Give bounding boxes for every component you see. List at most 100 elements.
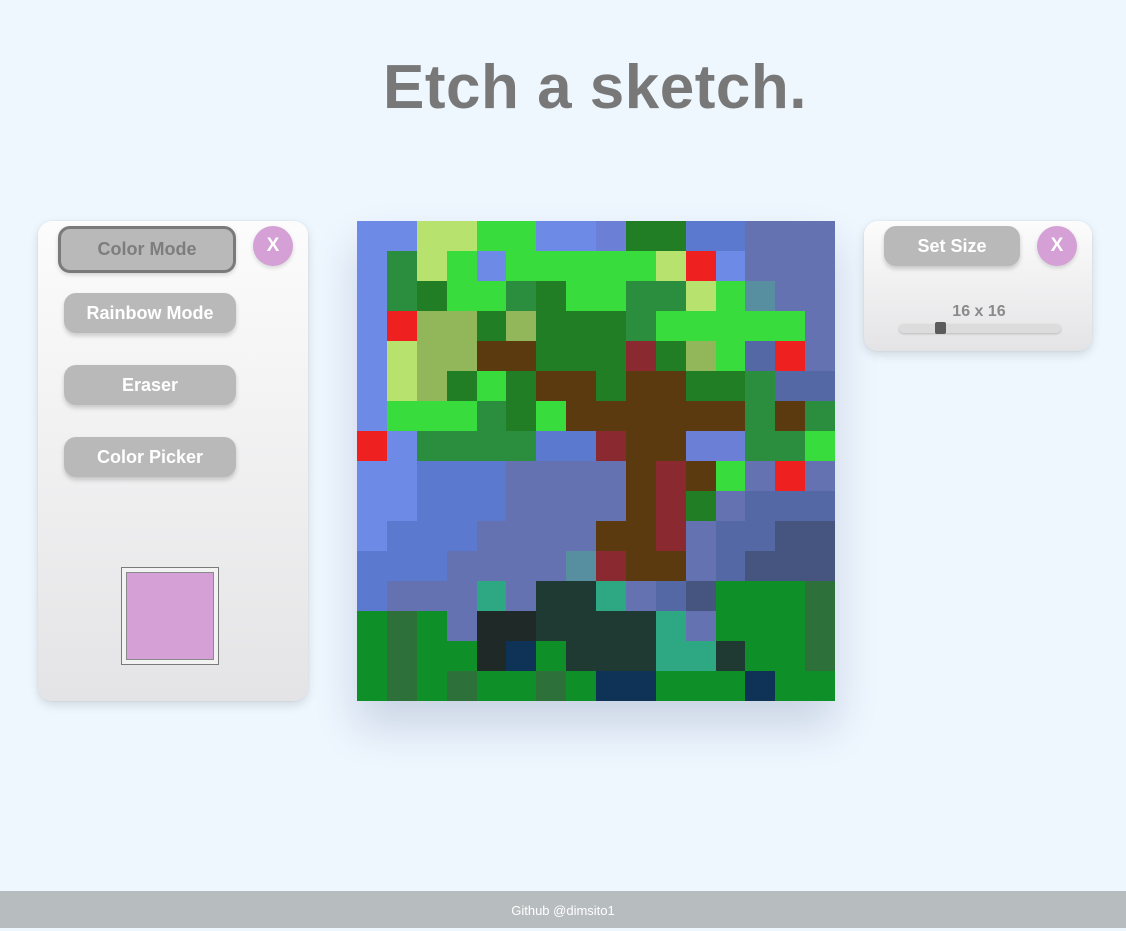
grid-cell[interactable]: [775, 611, 806, 641]
grid-cell[interactable]: [625, 521, 656, 551]
grid-cell[interactable]: [685, 581, 716, 611]
grid-cell[interactable]: [536, 551, 567, 581]
grid-cell[interactable]: [655, 431, 686, 461]
grid-cell[interactable]: [655, 281, 686, 311]
grid-cell[interactable]: [775, 341, 806, 371]
grid-cell[interactable]: [386, 431, 417, 461]
grid-cell[interactable]: [476, 581, 507, 611]
grid-cell[interactable]: [685, 221, 716, 251]
grid-cell[interactable]: [506, 611, 537, 641]
grid-cell[interactable]: [685, 521, 716, 551]
grid-cell[interactable]: [655, 581, 686, 611]
grid-cell[interactable]: [655, 311, 686, 341]
grid-cell[interactable]: [357, 431, 387, 461]
grid-cell[interactable]: [745, 251, 776, 281]
grid-cell[interactable]: [476, 491, 507, 521]
grid-cell[interactable]: [476, 221, 507, 251]
grid-cell[interactable]: [685, 251, 716, 281]
grid-cell[interactable]: [715, 311, 746, 341]
grid-cell[interactable]: [715, 521, 746, 551]
grid-cell[interactable]: [506, 401, 537, 431]
close-size-panel-button[interactable]: X: [1037, 226, 1077, 266]
grid-cell[interactable]: [745, 401, 776, 431]
grid-cell[interactable]: [685, 641, 716, 671]
grid-cell[interactable]: [715, 431, 746, 461]
grid-cell[interactable]: [625, 281, 656, 311]
grid-cell[interactable]: [536, 611, 567, 641]
grid-cell[interactable]: [416, 281, 447, 311]
grid-cell[interactable]: [655, 221, 686, 251]
grid-cell[interactable]: [416, 461, 447, 491]
grid-cell[interactable]: [476, 611, 507, 641]
grid-cell[interactable]: [357, 611, 387, 641]
grid-cell[interactable]: [476, 401, 507, 431]
grid-cell[interactable]: [416, 671, 447, 701]
grid-cell[interactable]: [386, 581, 417, 611]
grid-cell[interactable]: [625, 341, 656, 371]
grid-cell[interactable]: [357, 641, 387, 671]
grid-cell[interactable]: [775, 401, 806, 431]
grid-cell[interactable]: [536, 491, 567, 521]
grid-cell[interactable]: [416, 431, 447, 461]
grid-cell[interactable]: [715, 341, 746, 371]
grid-cell[interactable]: [566, 551, 596, 581]
grid-cell[interactable]: [775, 311, 806, 341]
grid-cell[interactable]: [416, 341, 447, 371]
grid-cell[interactable]: [566, 311, 596, 341]
grid-cell[interactable]: [357, 401, 387, 431]
grid-cell[interactable]: [596, 551, 626, 581]
grid-cell[interactable]: [446, 671, 477, 701]
grid-cell[interactable]: [596, 311, 626, 341]
grid-cell[interactable]: [357, 551, 387, 581]
grid-cell[interactable]: [566, 221, 596, 251]
grid-cell[interactable]: [416, 551, 447, 581]
grid-cell[interactable]: [357, 521, 387, 551]
grid-cell[interactable]: [536, 461, 567, 491]
grid-cell[interactable]: [386, 401, 417, 431]
grid-cell[interactable]: [596, 221, 626, 251]
grid-cell[interactable]: [715, 401, 746, 431]
grid-cell[interactable]: [386, 371, 417, 401]
grid-cell[interactable]: [775, 431, 806, 461]
grid-cell[interactable]: [805, 281, 835, 311]
grid-cell[interactable]: [357, 461, 387, 491]
sketch-canvas[interactable]: [357, 221, 835, 701]
grid-cell[interactable]: [566, 641, 596, 671]
grid-cell[interactable]: [655, 641, 686, 671]
grid-cell[interactable]: [446, 371, 477, 401]
grid-cell[interactable]: [386, 671, 417, 701]
grid-cell[interactable]: [775, 581, 806, 611]
grid-cell[interactable]: [506, 581, 537, 611]
grid-cell[interactable]: [596, 611, 626, 641]
grid-cell[interactable]: [715, 491, 746, 521]
grid-cell[interactable]: [536, 641, 567, 671]
grid-cell[interactable]: [596, 581, 626, 611]
grid-cell[interactable]: [715, 611, 746, 641]
grid-cell[interactable]: [715, 221, 746, 251]
grid-cell[interactable]: [357, 341, 387, 371]
grid-cell[interactable]: [506, 251, 537, 281]
grid-cell[interactable]: [386, 281, 417, 311]
grid-cell[interactable]: [446, 281, 477, 311]
grid-cell[interactable]: [476, 311, 507, 341]
grid-cell[interactable]: [506, 671, 537, 701]
grid-cell[interactable]: [446, 551, 477, 581]
grid-cell[interactable]: [655, 521, 686, 551]
grid-cell[interactable]: [805, 551, 835, 581]
grid-cell[interactable]: [596, 251, 626, 281]
grid-cell[interactable]: [476, 461, 507, 491]
grid-cell[interactable]: [506, 311, 537, 341]
grid-cell[interactable]: [506, 461, 537, 491]
grid-cell[interactable]: [596, 521, 626, 551]
grid-cell[interactable]: [775, 221, 806, 251]
rainbow-mode-button[interactable]: Rainbow Mode: [64, 293, 236, 333]
grid-cell[interactable]: [715, 281, 746, 311]
eraser-button[interactable]: Eraser: [64, 365, 236, 405]
grid-cell[interactable]: [357, 221, 387, 251]
grid-cell[interactable]: [596, 461, 626, 491]
grid-cell[interactable]: [625, 371, 656, 401]
grid-cell[interactable]: [805, 611, 835, 641]
grid-cell[interactable]: [357, 581, 387, 611]
grid-cell[interactable]: [566, 581, 596, 611]
grid-cell[interactable]: [655, 251, 686, 281]
